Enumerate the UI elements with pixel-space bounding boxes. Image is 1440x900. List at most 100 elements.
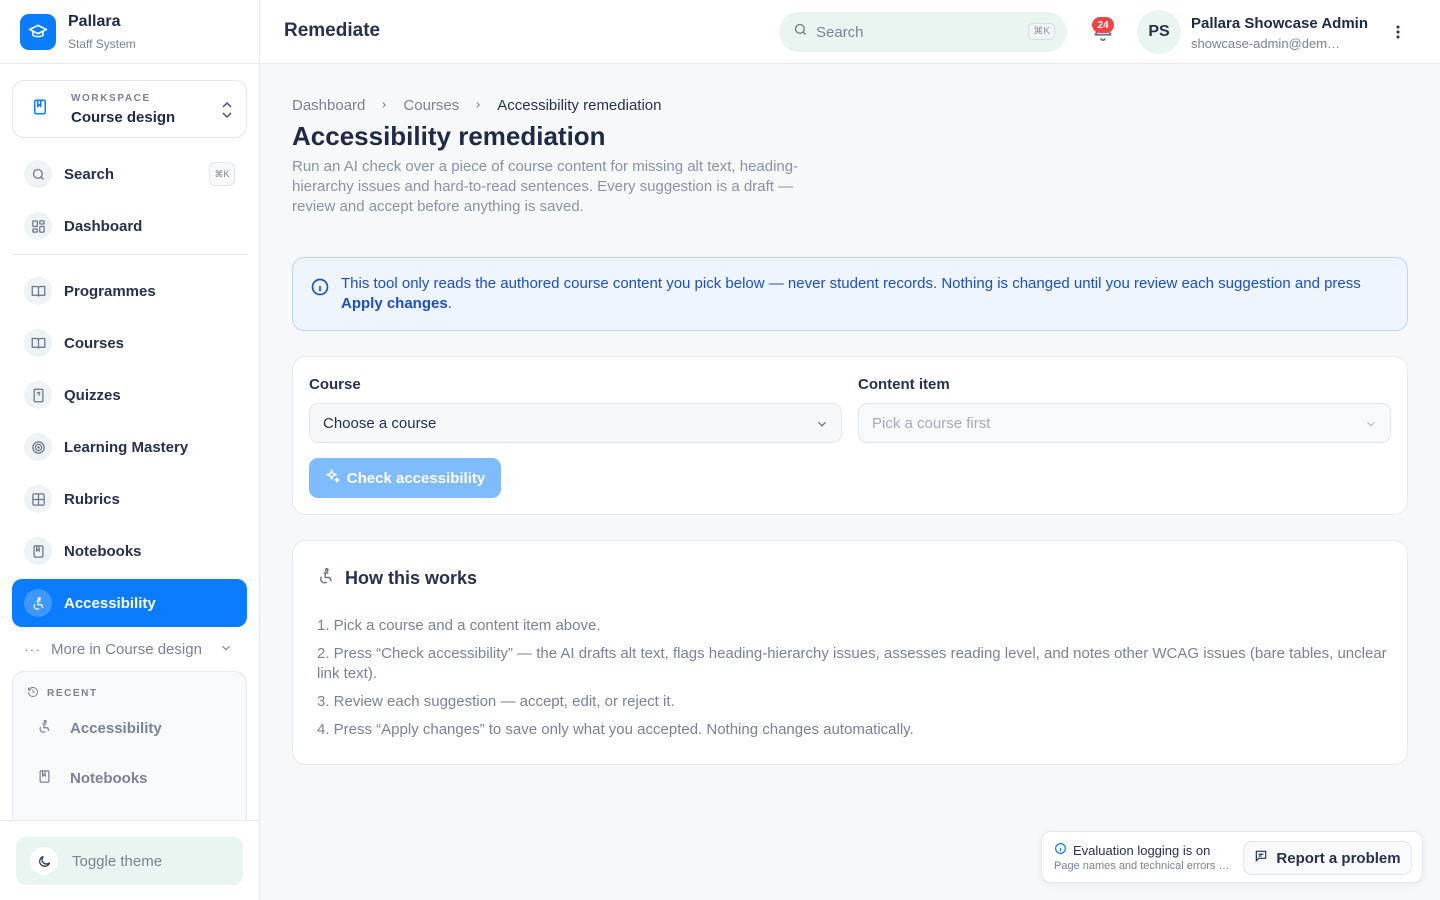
accessibility-icon: [24, 589, 52, 617]
moon-icon: [30, 847, 58, 875]
more-label: More in Course design: [51, 640, 202, 658]
top-bar: Remediate Search ⌘K 24 PS Pallara Showca…: [260, 0, 1440, 64]
check-accessibility-label: Check accessibility: [346, 469, 486, 487]
search-icon: [24, 160, 52, 188]
sidebar-item-notebooks[interactable]: Notebooks: [12, 527, 247, 575]
check-accessibility-button[interactable]: Check accessibility: [309, 458, 501, 498]
how-it-works-card: How this works 1. Pick a course and a co…: [292, 540, 1408, 765]
sidebar-item-quizzes[interactable]: Quizzes: [12, 371, 247, 419]
sidebar-item-label: Courses: [64, 334, 125, 352]
target-icon: [24, 433, 52, 461]
grid-icon: [24, 212, 52, 240]
sidebar: Pallara Staff System WORKSPACE Course de…: [0, 0, 260, 900]
sidebar-item-label: Programmes: [64, 282, 156, 300]
course-select[interactable]: Choose a course: [309, 403, 842, 443]
sidebar-item-label: Dashboard: [64, 217, 143, 235]
notice-emphasis: Apply changes: [341, 295, 448, 312]
report-problem-label: Report a problem: [1276, 849, 1401, 867]
notebook-icon: [24, 537, 52, 565]
recent-item-notebooks[interactable]: Notebooks: [37, 766, 148, 790]
quiz-icon: [24, 381, 52, 409]
chevron-down-icon: [1364, 417, 1378, 435]
brand: Pallara Staff System: [0, 0, 259, 64]
book-open-icon: [24, 277, 52, 305]
step-item: 2. Press “Check accessibility” — the AI …: [317, 645, 1387, 682]
notebook-icon: [37, 769, 52, 788]
content-item-select-value: Pick a course first: [872, 414, 991, 432]
steps-list: 1. Pick a course and a content item abov…: [317, 616, 1387, 748]
breadcrumb-current: Accessibility remediation: [497, 97, 662, 114]
step-item: 1. Pick a course and a content item abov…: [317, 617, 601, 634]
info-icon: [1054, 842, 1067, 858]
ellipsis-icon: ···: [24, 641, 41, 657]
sidebar-item-label: Search: [64, 165, 115, 183]
accessibility-icon: [317, 567, 335, 590]
how-it-works-title: How this works: [345, 568, 478, 588]
search-input[interactable]: Search ⌘K: [779, 12, 1067, 52]
workspace-value: Course design: [71, 108, 176, 126]
workspace-switcher[interactable]: WORKSPACE Course design: [12, 80, 247, 138]
breadcrumb-link-dashboard[interactable]: Dashboard: [292, 97, 365, 114]
notebook-icon: [31, 98, 49, 121]
sidebar-item-label: Rubrics: [64, 490, 120, 508]
sidebar-item-dashboard[interactable]: Dashboard: [12, 202, 247, 250]
sidebar-item-label: Quizzes: [64, 386, 121, 404]
sparkles-icon: [325, 468, 341, 488]
step-item: 4. Press “Apply changes” to save only wh…: [317, 721, 914, 738]
history-icon: [27, 686, 39, 701]
content-item-select[interactable]: Pick a course first: [858, 403, 1391, 443]
notification-count-badge: 24: [1092, 17, 1114, 33]
chevron-down-icon: [815, 417, 829, 435]
chevron-right-icon: [379, 97, 389, 114]
search-icon: [793, 22, 808, 42]
chevron-down-icon: [219, 641, 233, 659]
user-email: showcase-admin@demo.pallara.example: [1191, 36, 1347, 51]
report-problem-button[interactable]: Report a problem: [1243, 841, 1412, 875]
notice-body: This tool only reads the authored course…: [341, 275, 1361, 292]
page-title: Accessibility remediation: [292, 121, 606, 151]
shortcut-hint: ⌘K: [1028, 23, 1055, 40]
book-open-icon: [24, 329, 52, 357]
info-notice-text: This tool only reads the authored course…: [341, 274, 1391, 314]
graduation-cap-icon: [20, 13, 56, 50]
recent-item-label: Notebooks: [70, 769, 148, 787]
evaluation-logging-toast: Evaluation logging is on Page names and …: [1041, 831, 1423, 883]
section-title: Remediate: [284, 20, 381, 41]
recent-label: RECENT: [47, 688, 98, 699]
toggle-theme-label: Toggle theme: [72, 852, 163, 870]
notice-end: .: [447, 295, 452, 312]
avatar[interactable]: PS: [1137, 10, 1181, 54]
sidebar-item-rubrics[interactable]: Rubrics: [12, 475, 247, 523]
recent-item-label: Accessibility: [70, 719, 162, 737]
sidebar-footer: Toggle theme: [0, 820, 259, 900]
page-description: Run an AI check over a piece of course c…: [292, 158, 799, 215]
chevron-up-down-icon: [220, 101, 234, 124]
sidebar-item-learning-mastery[interactable]: Learning Mastery: [12, 423, 247, 471]
evaluation-logging-detail: Page names and technical errors are reco…: [1054, 860, 1232, 872]
brand-subtitle: Staff System: [68, 36, 136, 51]
brand-name: Pallara: [68, 12, 121, 30]
recent-item-accessibility[interactable]: Accessibility: [37, 716, 162, 740]
sidebar-divider: [12, 254, 247, 255]
message-icon: [1254, 849, 1268, 867]
course-label: Course: [309, 376, 361, 393]
toggle-theme-button[interactable]: Toggle theme: [16, 837, 243, 885]
breadcrumb: Dashboard Courses Accessibility remediat…: [292, 97, 661, 114]
sidebar-item-accessibility[interactable]: Accessibility: [12, 579, 247, 627]
remediation-form: Course Choose a course Content item Pick…: [292, 356, 1408, 515]
sidebar-item-programmes[interactable]: Programmes: [12, 267, 247, 315]
sidebar-item-courses[interactable]: Courses: [12, 319, 247, 367]
chevron-right-icon: [473, 97, 483, 114]
step-item: 3. Review each suggestion — accept, edit…: [317, 693, 675, 710]
user-info[interactable]: Pallara Showcase Admin showcase-admin@de…: [1191, 15, 1381, 51]
sidebar-item-label: Accessibility: [64, 594, 156, 612]
content-item-label: Content item: [858, 376, 950, 393]
sidebar-item-label: Learning Mastery: [64, 438, 189, 456]
info-notice: This tool only reads the authored course…: [292, 257, 1408, 331]
more-in-workspace[interactable]: ··· More in Course design: [24, 638, 239, 660]
accessibility-icon: [37, 719, 52, 738]
course-select-value: Choose a course: [323, 414, 437, 432]
breadcrumb-link-courses[interactable]: Courses: [403, 97, 459, 114]
sidebar-item-search[interactable]: Search ⌘K: [12, 150, 247, 198]
more-vertical-icon[interactable]: [1388, 22, 1408, 42]
